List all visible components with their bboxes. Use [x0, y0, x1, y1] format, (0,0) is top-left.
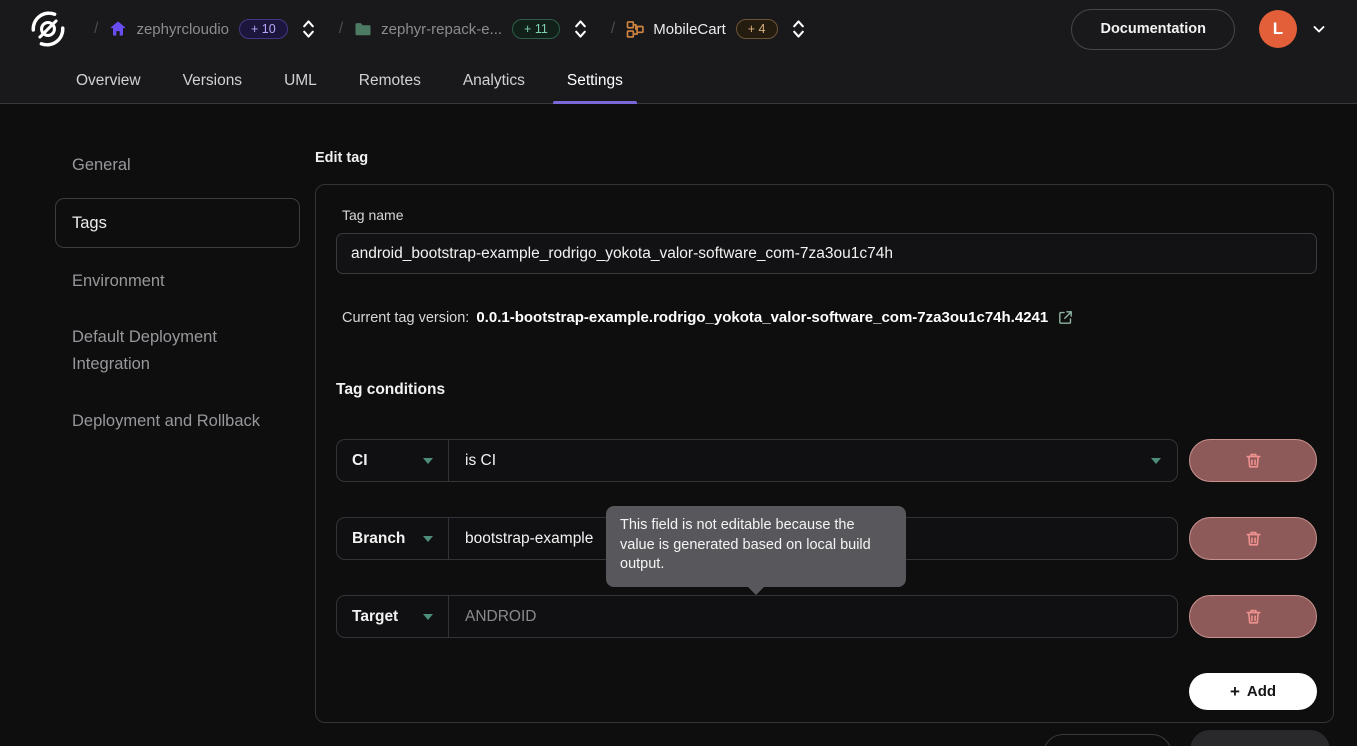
- field-not-editable-tooltip: This field is not editable because the v…: [606, 506, 906, 587]
- tab-analytics[interactable]: Analytics: [449, 58, 539, 104]
- tag-name-label: Tag name: [342, 207, 1317, 223]
- modules-icon: [625, 19, 645, 39]
- folder-icon: [353, 19, 373, 39]
- condition-row-target: Target ANDROID: [336, 595, 1317, 638]
- settings-content: Edit tag Tag name Current tag version: 0…: [315, 104, 1334, 745]
- org-count-badge[interactable]: + 10: [239, 19, 288, 39]
- breadcrumb-separator: /: [611, 20, 615, 38]
- project-count-badge[interactable]: + 11: [512, 19, 560, 39]
- condition-row-ci: CI is CI: [336, 439, 1317, 482]
- project-switcher-icon[interactable]: [574, 18, 587, 40]
- tag-name-input[interactable]: [336, 233, 1317, 274]
- condition-field-select-ci[interactable]: CI: [337, 440, 449, 481]
- tab-overview[interactable]: Overview: [62, 58, 155, 104]
- delete-condition-button[interactable]: [1189, 439, 1317, 482]
- application-switcher-icon[interactable]: [792, 18, 805, 40]
- zephyr-logo-icon[interactable]: [28, 9, 68, 49]
- condition-field-select-branch[interactable]: Branch: [337, 518, 449, 559]
- tab-settings[interactable]: Settings: [553, 58, 637, 104]
- settings-sidebar: General Tags Environment Default Deploym…: [55, 144, 300, 454]
- tag-conditions-title: Tag conditions: [336, 381, 1317, 399]
- current-tag-version-line: Current tag version: 0.0.1-bootstrap-exa…: [342, 309, 1317, 326]
- condition-value-select-ci[interactable]: is CI: [449, 440, 1177, 481]
- sidebar-item-tags[interactable]: Tags: [55, 198, 300, 248]
- top-header: / zephyrcloudio + 10 / zephyr-repack-e..…: [0, 0, 1357, 104]
- chevron-down-icon[interactable]: [1311, 21, 1327, 37]
- cancel-button-partial[interactable]: [1043, 734, 1172, 746]
- breadcrumb-project[interactable]: zephyr-repack-e...: [381, 21, 502, 38]
- trash-icon: [1244, 529, 1263, 548]
- delete-condition-button[interactable]: [1189, 595, 1317, 638]
- main-area: General Tags Environment Default Deploym…: [0, 104, 1357, 745]
- plus-icon: +: [1230, 682, 1240, 702]
- page-title: Edit tag: [315, 150, 368, 166]
- sidebar-item-deployment-and-rollback[interactable]: Deployment and Rollback: [55, 400, 300, 442]
- current-tag-version-label: Current tag version:: [342, 310, 469, 326]
- caret-down-icon: [1151, 458, 1161, 464]
- caret-down-icon: [423, 614, 433, 620]
- sidebar-item-environment[interactable]: Environment: [55, 260, 300, 302]
- condition-field-select-target[interactable]: Target: [337, 596, 449, 637]
- avatar[interactable]: L: [1259, 10, 1297, 48]
- delete-condition-button[interactable]: [1189, 517, 1317, 560]
- caret-down-icon: [423, 536, 433, 542]
- documentation-button[interactable]: Documentation: [1071, 9, 1235, 50]
- add-condition-button[interactable]: + Add: [1189, 673, 1317, 710]
- save-button-partial[interactable]: [1190, 730, 1330, 746]
- trash-icon: [1244, 451, 1263, 470]
- sidebar-item-general[interactable]: General: [55, 144, 300, 186]
- edit-tag-card: Tag name Current tag version: 0.0.1-boot…: [315, 184, 1334, 723]
- current-tag-version-value: 0.0.1-bootstrap-example.rodrigo_yokota_v…: [476, 309, 1048, 326]
- app-nav-tabs: Overview Versions UML Remotes Analytics …: [0, 58, 1357, 104]
- tab-uml[interactable]: UML: [270, 58, 331, 104]
- breadcrumb-separator: /: [94, 20, 98, 38]
- caret-down-icon: [423, 458, 433, 464]
- tab-remotes[interactable]: Remotes: [345, 58, 435, 104]
- breadcrumb-application[interactable]: MobileCart: [653, 21, 726, 38]
- breadcrumb-separator: /: [339, 20, 343, 38]
- application-count-badge[interactable]: + 4: [736, 19, 778, 39]
- external-link-icon[interactable]: [1057, 309, 1074, 326]
- breadcrumb: / zephyrcloudio + 10 / zephyr-repack-e..…: [0, 0, 1357, 58]
- sidebar-item-default-deployment-integration[interactable]: Default Deployment Integration: [55, 314, 300, 388]
- breadcrumb-org[interactable]: zephyrcloudio: [136, 21, 229, 38]
- condition-value-input-target: ANDROID: [449, 596, 1177, 637]
- tab-versions[interactable]: Versions: [169, 58, 256, 104]
- home-icon: [108, 19, 128, 39]
- org-switcher-icon[interactable]: [302, 18, 315, 40]
- trash-icon: [1244, 607, 1263, 626]
